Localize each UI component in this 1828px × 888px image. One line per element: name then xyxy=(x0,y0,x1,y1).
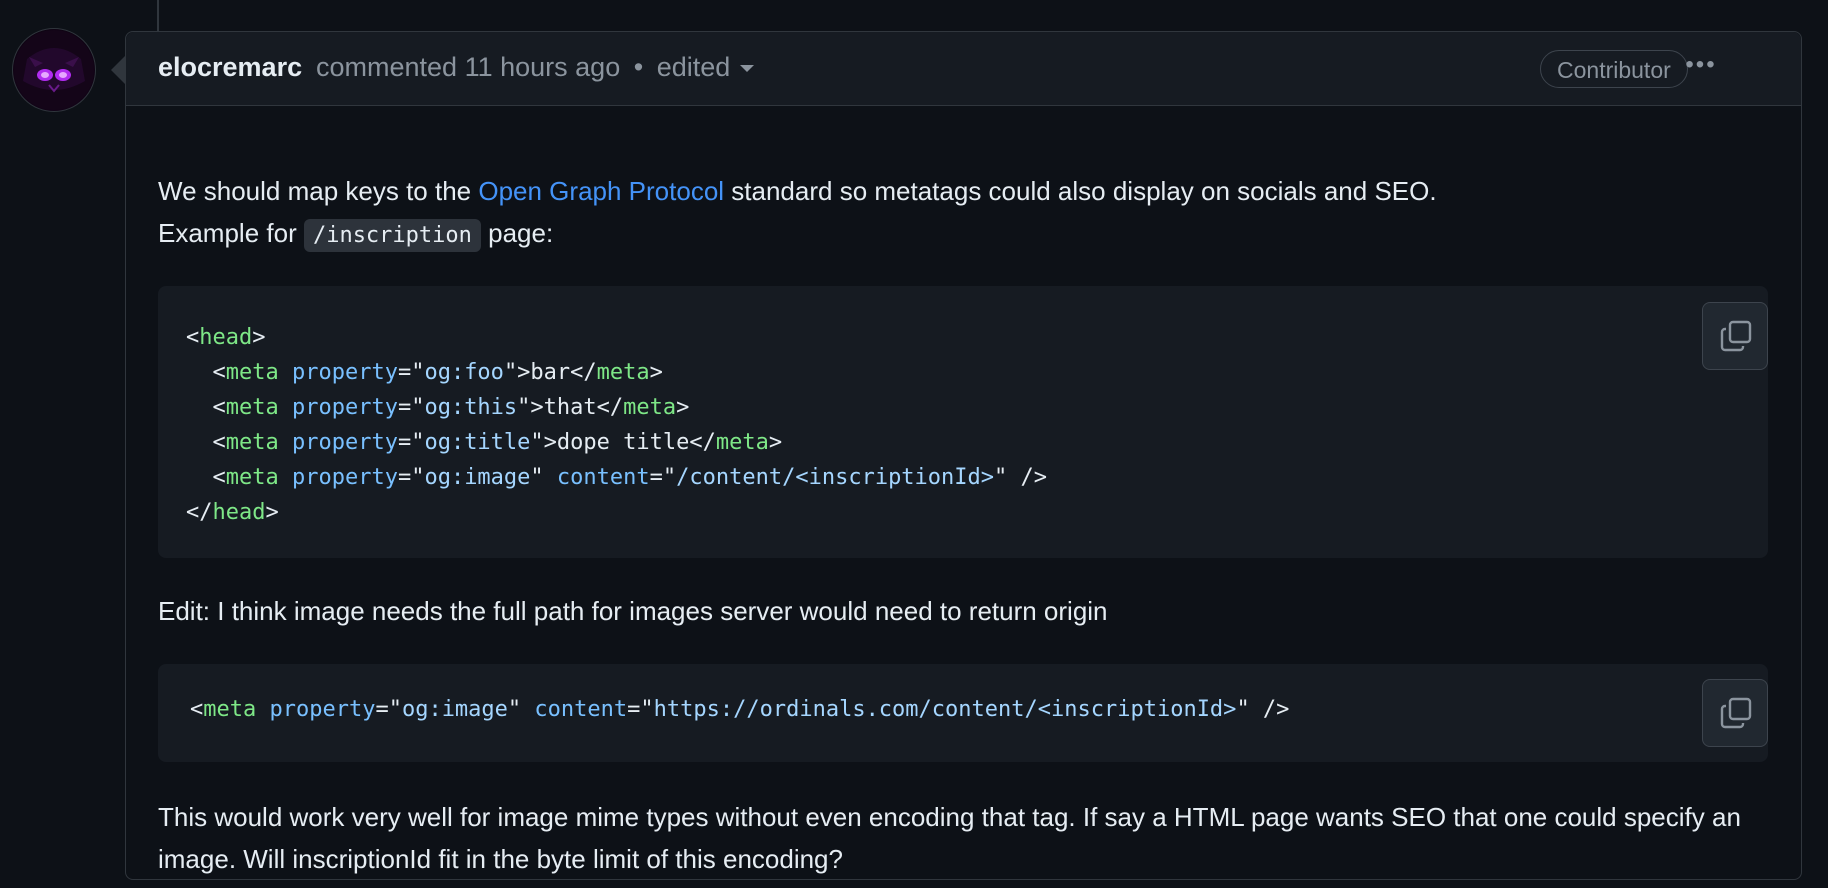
chevron-down-icon xyxy=(740,65,755,73)
copy-icon xyxy=(1720,697,1752,729)
role-badge: Contributor xyxy=(1540,50,1688,88)
copy-icon xyxy=(1720,320,1752,352)
copy-button[interactable] xyxy=(1702,302,1768,370)
avatar[interactable] xyxy=(12,28,96,112)
intro-text-2: standard so metatags could also display … xyxy=(724,176,1437,206)
intro-text-1: We should map keys to the xyxy=(158,176,479,206)
timeline-line xyxy=(157,0,159,31)
copy-button[interactable] xyxy=(1702,679,1768,747)
comment-header: elocremarc commented 11 hours ago • edit… xyxy=(126,32,1801,106)
edit-paragraph: Edit: I think image needs the full path … xyxy=(158,596,1108,626)
avatar-image xyxy=(14,30,94,110)
code-content: <meta property="og:image" content="https… xyxy=(190,697,1290,722)
kebab-icon[interactable]: ••• xyxy=(1681,50,1721,86)
code-content: <head> <meta property="og:foo">bar</meta… xyxy=(186,325,1048,525)
edited-dropdown[interactable]: edited xyxy=(657,52,755,82)
example-text-1: Example for xyxy=(158,218,304,248)
code-block-head: <head> <meta property="og:foo">bar</meta… xyxy=(158,286,1768,558)
author-link[interactable]: elocremarc xyxy=(158,52,302,83)
comment-caret xyxy=(111,56,125,84)
code-block-meta: <meta property="og:image" content="https… xyxy=(158,664,1768,762)
open-graph-link[interactable]: Open Graph Protocol xyxy=(478,176,724,206)
inline-code: /inscription xyxy=(303,219,481,252)
comment-box: elocremarc commented 11 hours ago • edit… xyxy=(125,31,1802,880)
comment-time[interactable]: 11 hours ago xyxy=(465,52,621,82)
closing-paragraph: This would work very well for image mime… xyxy=(158,802,1741,874)
example-text-2: page: xyxy=(480,218,554,248)
comment-meta: commented 11 hours ago • edited xyxy=(316,52,755,83)
comment-action: commented xyxy=(316,52,458,82)
edited-label: edited xyxy=(656,52,731,82)
intro-paragraph: We should map keys to the Open Graph Pro… xyxy=(158,170,1768,257)
meta-separator: • xyxy=(633,52,644,82)
